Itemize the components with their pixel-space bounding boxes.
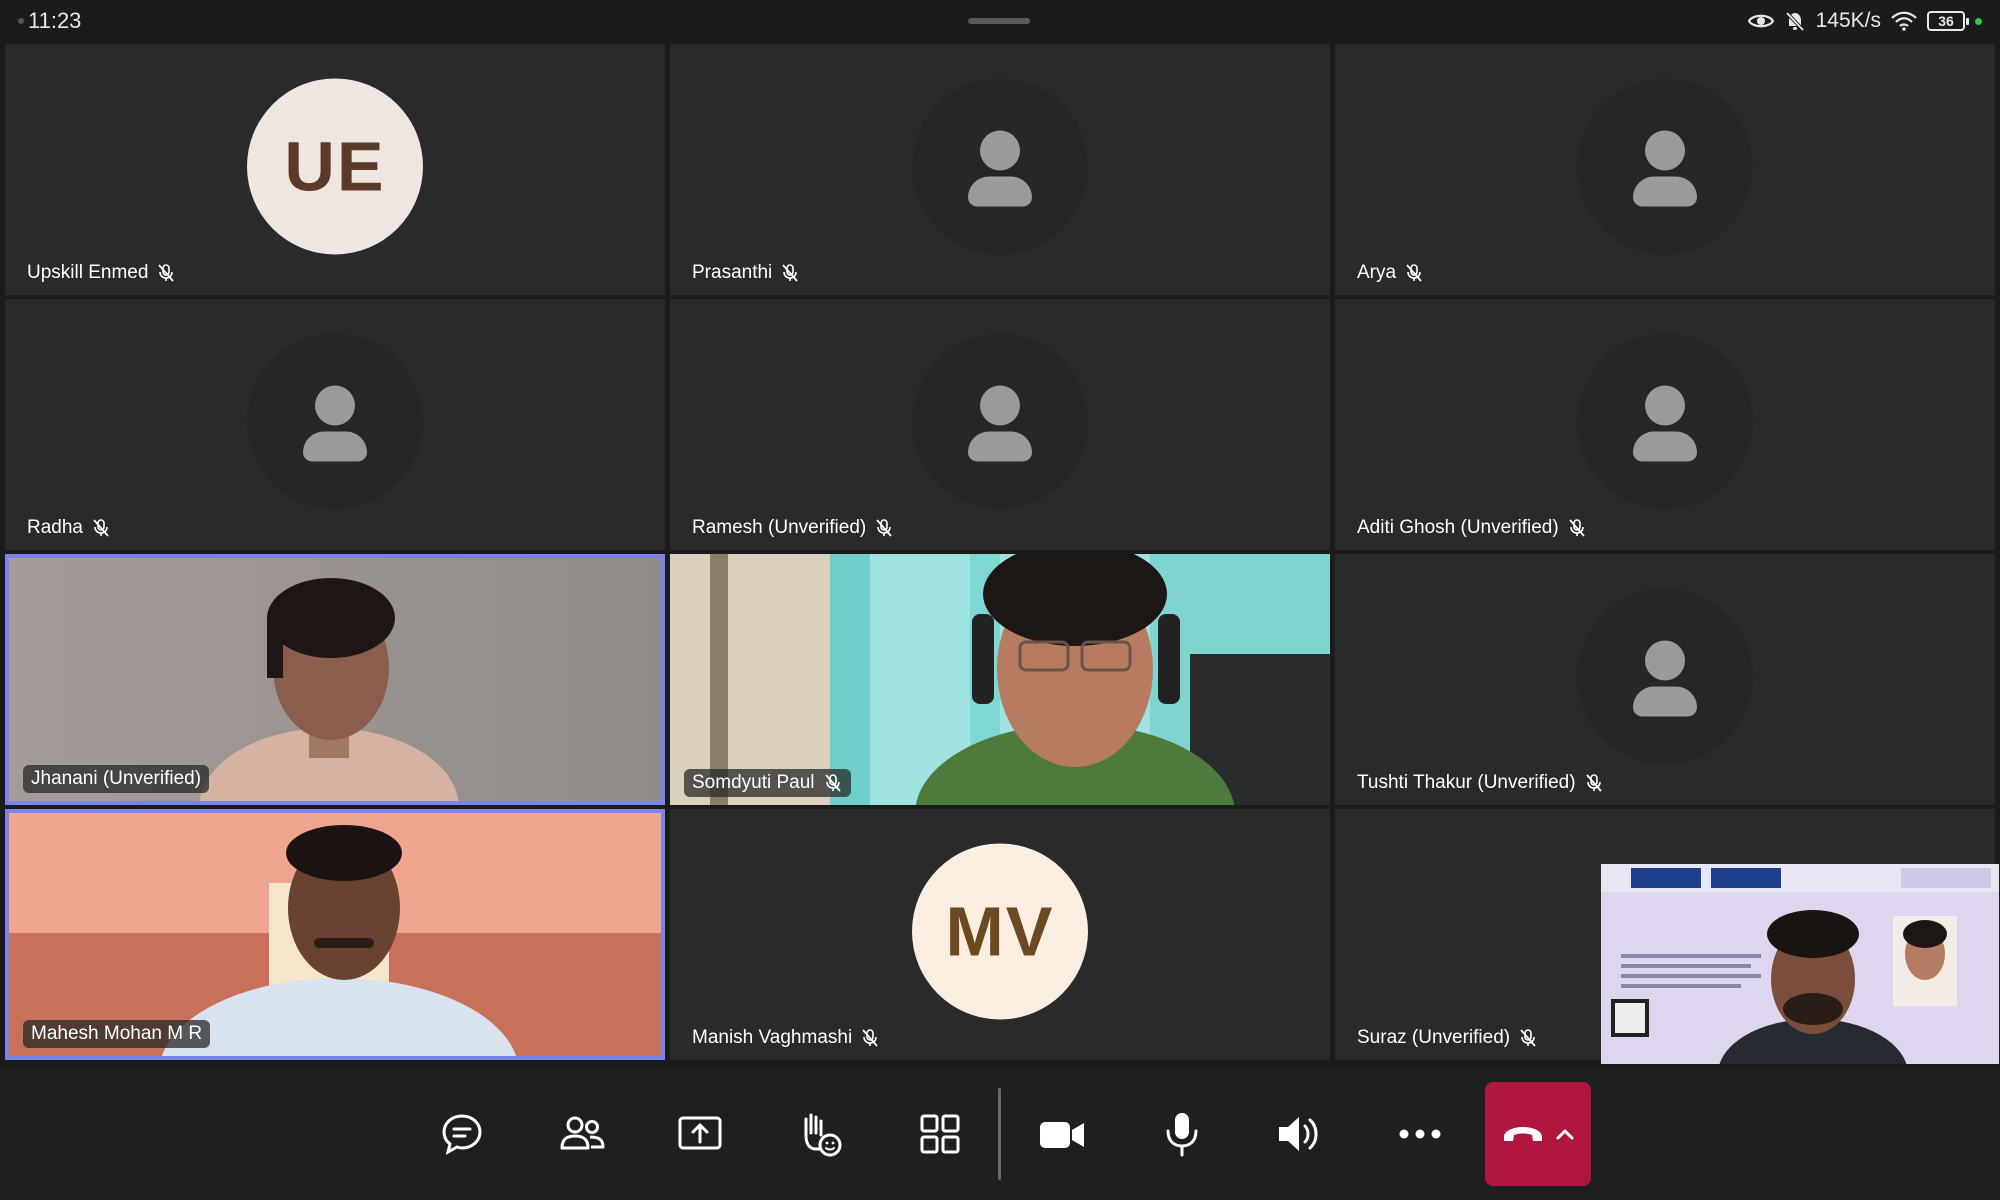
participant-video-tile[interactable]: Somdyuti Paul [670,554,1330,805]
bell-off-icon [1785,11,1804,32]
participant-name-tag: Upskill Enmed [19,259,184,287]
participant-name-tag: Arya [1349,259,1432,287]
raise-hand-icon [804,1113,842,1157]
mic-off-icon [1585,774,1602,792]
participant-tile[interactable]: Aditi Ghosh (Unverified) [1335,299,1995,550]
participant-tile[interactable]: MV Manish Vaghmashi [670,809,1330,1060]
hang-up-icon [1504,1127,1542,1141]
participant-name: Manish Vaghmashi [692,1027,853,1048]
person-icon [1633,639,1697,716]
mic-off-icon [824,774,841,792]
share-button[interactable] [668,1098,732,1170]
mic-off-icon [862,1029,878,1047]
participant-tile[interactable]: UE Upskill Enmed [5,44,665,295]
people-button[interactable] [550,1098,614,1170]
participant-name-tag: Tushti Thakur (Unverified) [1349,769,1612,797]
grid-view-icon [920,1114,960,1154]
participant-name-tag: Suraz (Unverified) [1349,1024,1546,1052]
participant-name-tag: Somdyuti Paul [684,769,851,797]
speaker-icon [1279,1117,1318,1151]
notification-dot [18,18,24,24]
participant-video-tile[interactable]: Jhanani (Unverified) [5,554,665,805]
mic-off-icon [93,519,109,537]
person-icon [1633,129,1697,206]
mic-off-icon [158,264,175,282]
person-icon [968,384,1032,461]
chat-icon [442,1114,482,1155]
mic-off-icon [876,519,892,537]
participant-name: Somdyuti Paul [692,772,815,793]
avatar: MV [912,842,1088,1019]
eye-icon [1747,14,1774,28]
participant-video [670,554,1330,805]
participant-name-tag: Mahesh Mohan M R [23,1020,211,1048]
camera-in-use-dot [1975,17,1982,25]
participant-name-tag: Jhanani (Unverified) [23,765,210,793]
people-icon [560,1116,605,1150]
mic-off-icon [1520,1029,1536,1047]
status-bar: 11:23 145K/s 36 [0,0,2000,42]
participant-name-tag: Prasanthi [684,259,808,287]
status-time: 11:23 [28,8,82,33]
more-button[interactable] [1388,1098,1452,1170]
person-icon [1633,384,1697,461]
raise-hand-button[interactable] [788,1098,852,1170]
participant-name: Prasanthi [692,262,773,283]
toolbar-divider [998,1088,1001,1180]
person-icon [303,384,367,461]
participant-name: Suraz (Unverified) [1357,1027,1511,1048]
participant-name: Ramesh (Unverified) [692,517,867,538]
participant-video-tile[interactable]: Mahesh Mohan M R [5,809,665,1060]
participant-tile[interactable]: Radha [5,299,665,550]
network-speed: 145K/s [1815,9,1881,32]
participant-name-tag: Radha [19,514,119,542]
leave-call-button[interactable] [1485,1082,1591,1186]
participant-name: Jhanani (Unverified) [31,768,202,789]
participant-tile[interactable]: Prasanthi [670,44,1330,295]
more-icon [1399,1129,1441,1139]
share-screen-icon [678,1116,722,1150]
chevron-up-icon[interactable] [1555,1127,1575,1141]
participant-name: Mahesh Mohan M R [31,1023,203,1044]
mic-off-icon [782,264,798,282]
participant-name: Radha [27,517,83,538]
status-icons: 145K/s 36 [1747,6,1982,36]
participant-tile[interactable]: Tushti Thakur (Unverified) [1335,554,1995,805]
self-view-video[interactable] [1601,864,1999,1064]
participant-tile[interactable]: Ramesh (Unverified) [670,299,1330,550]
battery-level: 36 [1938,13,1954,29]
avatar: UE [247,77,423,254]
participant-name-tag: Aditi Ghosh (Unverified) [1349,514,1595,542]
participant-name-tag: Ramesh (Unverified) [684,514,902,542]
participant-tile[interactable]: Arya [1335,44,1995,295]
battery-icon: 36 [1927,11,1969,31]
speaker-button[interactable] [1268,1098,1332,1170]
microphone-icon [1166,1113,1198,1157]
wifi-icon [1891,11,1917,31]
participant-name: Tushti Thakur (Unverified) [1357,772,1576,793]
mic-off-icon [1406,264,1422,282]
person-icon [968,129,1032,206]
chat-button[interactable] [430,1098,494,1170]
participant-name-tag: Manish Vaghmashi [684,1024,888,1052]
participant-name: Aditi Ghosh (Unverified) [1357,517,1559,538]
view-button[interactable] [908,1098,972,1170]
drag-handle[interactable] [968,18,1030,24]
call-controls-toolbar [0,1068,2000,1200]
self-view-feed [1601,864,1999,1064]
video-camera-icon [1040,1122,1084,1148]
participant-name: Arya [1357,262,1397,283]
mic-off-icon [1569,519,1585,537]
participant-name: Upskill Enmed [27,262,149,283]
mic-button[interactable] [1150,1098,1214,1170]
camera-button[interactable] [1030,1098,1094,1170]
